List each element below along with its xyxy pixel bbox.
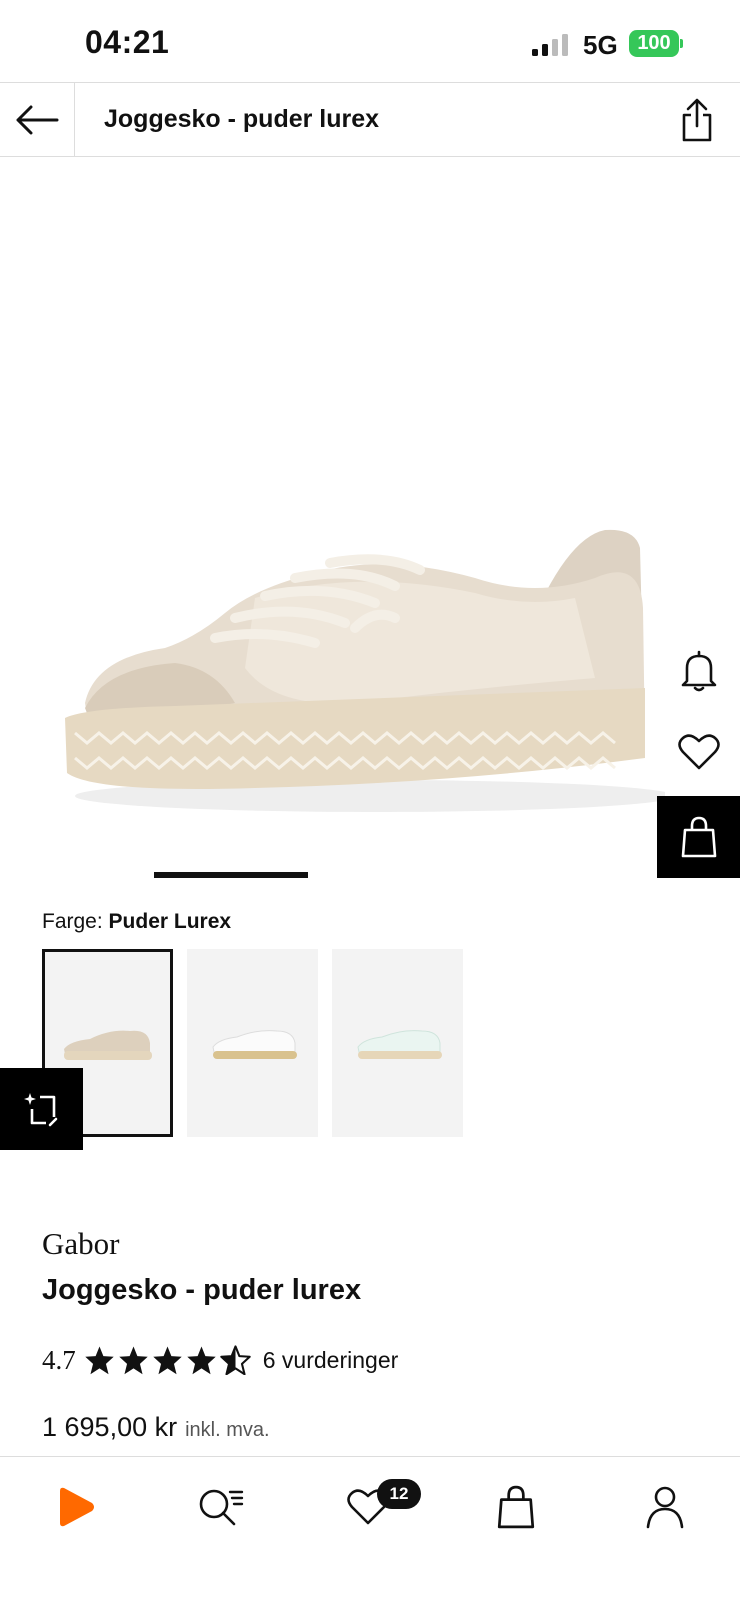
ar-sparkle-icon <box>23 1093 57 1127</box>
back-button[interactable] <box>0 83 75 156</box>
network-label: 5G <box>583 30 618 60</box>
star-full-icon <box>187 1346 216 1375</box>
add-to-cart-button[interactable] <box>657 796 740 878</box>
product-gallery[interactable] <box>0 158 740 880</box>
product-image[interactable] <box>55 518 665 828</box>
color-swatch-mint[interactable] <box>332 949 463 1137</box>
status-bar: 04:21 5G 100 <box>0 0 740 82</box>
color-label: Farge: Puder Lurex <box>42 910 231 934</box>
heart-icon <box>677 734 720 770</box>
swatch-image <box>63 1030 152 1060</box>
color-value: Puder Lurex <box>108 910 232 933</box>
wishlist-count-badge: 12 <box>377 1479 421 1509</box>
brand-name[interactable]: Gabor <box>42 1226 119 1262</box>
tab-wishlist[interactable]: 12 <box>333 1477 421 1537</box>
price: 1 695,00 kr <box>42 1412 178 1442</box>
color-swatches <box>42 949 482 1137</box>
star-full-icon <box>85 1346 114 1375</box>
virtual-try-on-button[interactable] <box>0 1068 83 1150</box>
share-button[interactable] <box>672 95 722 145</box>
rating-row[interactable]: 4.7 6 vurderinger <box>42 1340 398 1380</box>
status-time: 04:21 <box>85 24 170 60</box>
tab-search[interactable] <box>186 1477 256 1537</box>
page-title: Joggesko - puder lurex <box>104 105 380 133</box>
color-swatch-white[interactable] <box>187 949 318 1137</box>
shopping-bag-icon <box>497 1485 535 1529</box>
share-icon <box>682 98 712 142</box>
color-label-prefix: Farge: <box>42 910 103 933</box>
search-list-icon <box>199 1489 244 1526</box>
reviews-link[interactable]: 6 vurderinger <box>263 1347 399 1374</box>
gallery-pager-indicator <box>154 872 308 878</box>
signal-icon <box>532 34 568 56</box>
battery-icon: 100 <box>629 30 683 57</box>
top-nav: Joggesko - puder lurex <box>0 82 740 157</box>
star-half-icon <box>220 1345 251 1375</box>
bottom-tab-bar: 12 <box>0 1456 740 1600</box>
swatch-image <box>211 1030 297 1059</box>
star-full-icon <box>153 1346 182 1375</box>
product-name: Joggesko - puder lurex <box>42 1274 362 1306</box>
rating-value: 4.7 <box>42 1344 76 1375</box>
tab-profile[interactable] <box>630 1477 700 1537</box>
tab-cart[interactable] <box>481 1477 551 1537</box>
play-logo-icon <box>60 1487 94 1527</box>
swatch-image <box>356 1030 442 1059</box>
star-full-icon <box>119 1346 148 1375</box>
shopping-bag-icon <box>681 816 716 858</box>
vat-note: inkl. mva. <box>185 1419 270 1441</box>
rating-stars <box>84 1345 251 1375</box>
user-icon <box>646 1486 684 1529</box>
price-row: 1 695,00 kr inkl. mva. <box>42 1412 270 1443</box>
battery-tip <box>680 39 683 48</box>
arrow-left-icon <box>16 105 59 134</box>
wishlist-button[interactable] <box>657 711 740 793</box>
battery-level: 100 <box>629 30 679 57</box>
notify-button[interactable] <box>657 630 740 712</box>
tab-home[interactable] <box>40 1477 110 1537</box>
bell-icon <box>681 650 716 692</box>
